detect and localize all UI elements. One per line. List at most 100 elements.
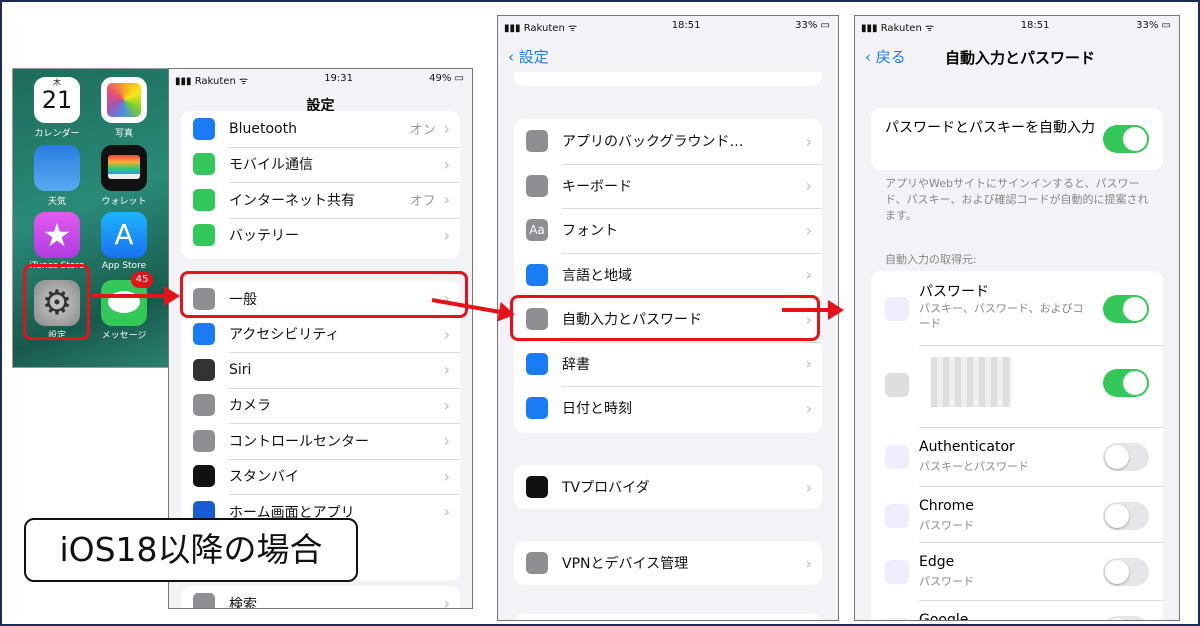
toggles-icon bbox=[193, 429, 215, 452]
chrome-icon bbox=[885, 504, 909, 528]
font-icon: Aa bbox=[526, 219, 548, 242]
standby-icon bbox=[193, 465, 215, 488]
settings-row[interactable]: バッテリー › bbox=[181, 217, 460, 254]
back-button[interactable]: ‹ 戻る bbox=[865, 46, 906, 67]
app-label: ウォレット bbox=[101, 197, 147, 207]
calendar-icon[interactable]: 木 21 bbox=[34, 77, 80, 123]
chevron-right-icon: › bbox=[443, 324, 450, 344]
photos-icon[interactable] bbox=[101, 77, 147, 123]
row-label: 検索 bbox=[229, 596, 257, 609]
source-sublabel: パスキー、パスワード、およびコード bbox=[919, 302, 1084, 330]
divider bbox=[919, 600, 1163, 601]
group-top bbox=[514, 72, 822, 86]
settings-row[interactable]: インターネット共有 オフ › bbox=[181, 182, 460, 218]
settings-row[interactable]: カメラ › bbox=[181, 387, 460, 424]
settings-row[interactable]: Siri › bbox=[181, 352, 460, 388]
app-store-icon[interactable]: A bbox=[101, 212, 147, 258]
weather-icon[interactable] bbox=[34, 145, 80, 191]
status-bar: ▮▮▮ Rakuten ᯤ 19:31 49% ▭ bbox=[175, 73, 464, 87]
row-value: オフ bbox=[409, 194, 436, 210]
settings-row[interactable]: Aa フォント › bbox=[514, 208, 822, 253]
divider bbox=[229, 217, 460, 219]
settings-row[interactable]: 検索 › bbox=[181, 586, 460, 609]
settings-row[interactable]: スタンバイ › bbox=[181, 458, 460, 495]
highlight-autofill bbox=[510, 295, 820, 341]
source-label: パスワード bbox=[919, 284, 989, 300]
source-sublabel: パスワード bbox=[919, 519, 974, 532]
divider bbox=[229, 146, 460, 148]
section-header: 自動入力の取得元: bbox=[885, 253, 977, 266]
autofill-source-row: Google bbox=[871, 600, 1163, 621]
app-label: 写真 bbox=[114, 129, 133, 139]
row-label: カメラ bbox=[229, 398, 271, 415]
settings-row[interactable]: コントロールセンター › bbox=[181, 423, 460, 459]
divider bbox=[562, 341, 822, 343]
calendar-day: 21 bbox=[41, 86, 73, 114]
keyboard-icon bbox=[526, 174, 548, 197]
settings-row[interactable]: キーボード › bbox=[514, 163, 822, 209]
wallet-icon[interactable] bbox=[101, 145, 147, 191]
chevron-right-icon: › bbox=[805, 131, 812, 151]
app-label: 天気 bbox=[47, 197, 66, 207]
row-label: アプリのバックグラウンド… bbox=[562, 134, 744, 151]
settings-row[interactable]: アプリのバックグラウンド… › bbox=[514, 119, 822, 164]
settings-row[interactable]: 日付と時刻 › bbox=[514, 386, 822, 431]
row-label: インターネット共有 bbox=[229, 192, 355, 209]
chevron-right-icon: › bbox=[443, 225, 450, 245]
chevron-right-icon: › bbox=[805, 553, 812, 573]
source-toggle[interactable] bbox=[1103, 443, 1149, 471]
group-bottom bbox=[514, 614, 822, 620]
divider bbox=[229, 387, 460, 389]
source-label: Authenticator bbox=[919, 439, 1015, 455]
source-toggle[interactable] bbox=[1103, 369, 1149, 397]
app-label: メッセージ bbox=[101, 331, 147, 341]
link-icon bbox=[193, 188, 215, 211]
row-label: 日付と時刻 bbox=[562, 401, 632, 418]
chevron-right-icon: › bbox=[443, 431, 450, 451]
chevron-right-icon: › bbox=[443, 395, 450, 415]
bluetooth-icon bbox=[193, 117, 215, 140]
row-label: フォント bbox=[562, 223, 618, 240]
row-label: アクセシビリティ bbox=[229, 327, 340, 344]
highlight-general bbox=[180, 271, 468, 318]
itunes-star-icon[interactable]: ★ bbox=[34, 212, 80, 258]
source-toggle[interactable] bbox=[1103, 558, 1149, 586]
arrow-1 bbox=[92, 286, 180, 306]
autofill-source-row: パスワード パスキー、パスワード、およびコード bbox=[871, 271, 1163, 345]
dictionary-icon bbox=[526, 352, 548, 375]
autofill-source-row: Edge パスワード bbox=[871, 542, 1163, 600]
divider bbox=[919, 542, 1163, 543]
divider bbox=[919, 486, 1163, 487]
settings-row[interactable]: アクセシビリティ › bbox=[181, 316, 460, 353]
settings-row[interactable]: TVプロバイダ › bbox=[514, 465, 822, 509]
badge-count: 45 bbox=[131, 272, 153, 288]
source-sublabel: パスキーとパスワード bbox=[919, 460, 1029, 473]
source-label: Google bbox=[919, 612, 969, 621]
settings-row[interactable]: 辞書 › bbox=[514, 341, 822, 387]
settings-row[interactable]: 言語と地域 › bbox=[514, 252, 822, 298]
source-toggle[interactable] bbox=[1103, 295, 1149, 323]
back-button[interactable]: ‹ 設定 bbox=[508, 46, 549, 67]
source-toggle[interactable] bbox=[1103, 502, 1149, 530]
autofill-label: パスワードとパスキーを自動入力 bbox=[885, 120, 1095, 136]
row-label: Bluetooth bbox=[229, 120, 297, 137]
settings-row[interactable]: モバイル通信 › bbox=[181, 146, 460, 183]
chevron-right-icon: › bbox=[805, 176, 812, 196]
accessibility-icon bbox=[193, 323, 215, 346]
battery-icon bbox=[193, 224, 215, 247]
settings-row[interactable]: VPNとデバイス管理 › bbox=[514, 541, 822, 585]
source-toggle[interactable] bbox=[1103, 616, 1149, 620]
caption-label: iOS18以降の場合 bbox=[24, 518, 358, 582]
autofill-description: アプリやWebサイトにサインインすると、パスワード、パスキー、および確認コードが… bbox=[885, 177, 1149, 222]
divider bbox=[229, 423, 460, 424]
chevron-right-icon: › bbox=[805, 220, 812, 240]
settings-row[interactable]: Bluetooth オン › bbox=[181, 111, 460, 147]
chevron-right-icon: › bbox=[805, 354, 812, 374]
source-sublabel: パスワード bbox=[919, 575, 974, 588]
autofill-toggle[interactable] bbox=[1103, 125, 1149, 153]
blurred-content bbox=[931, 357, 1011, 407]
page-title: 自動入力とパスワード bbox=[945, 49, 1096, 67]
autofill-row: パスワードとパスキーを自動入力 bbox=[871, 108, 1163, 170]
arrow-3 bbox=[782, 300, 844, 320]
divider bbox=[562, 163, 822, 165]
